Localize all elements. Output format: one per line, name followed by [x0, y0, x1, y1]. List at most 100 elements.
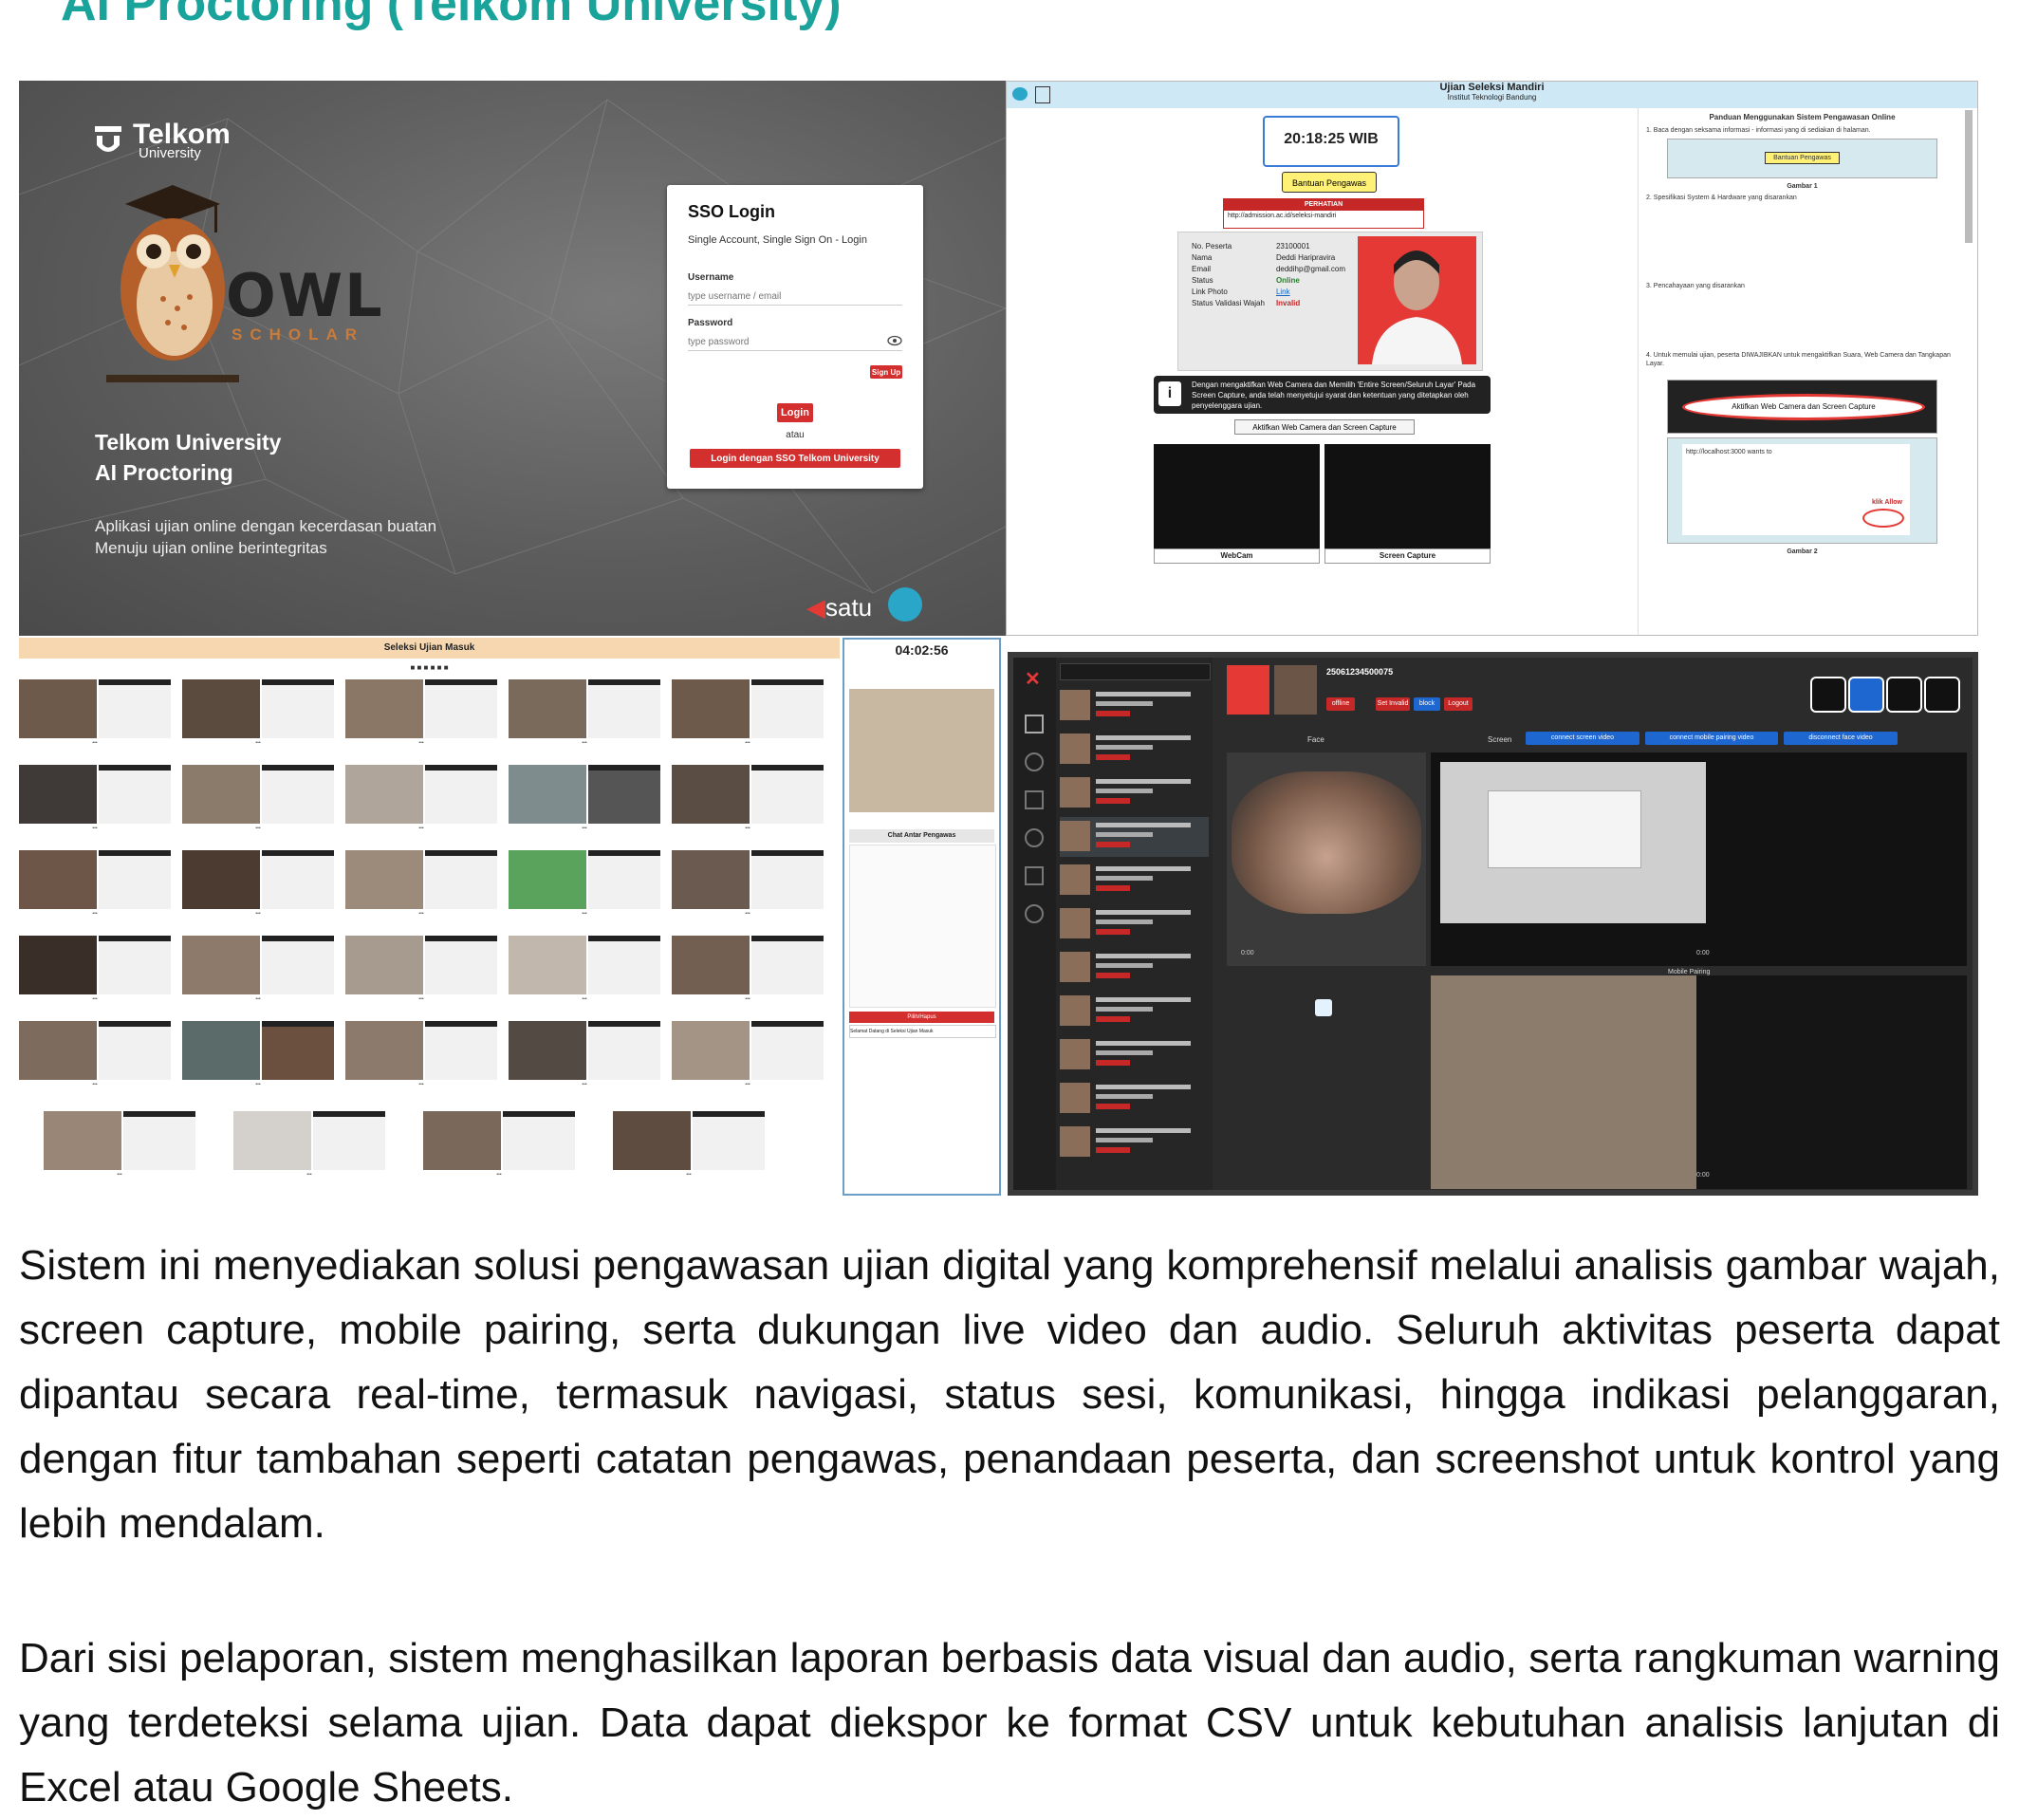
chat-icon[interactable] [1810, 677, 1846, 713]
close-icon[interactable]: ✕ [1025, 667, 1041, 691]
list-item[interactable] [1060, 904, 1209, 944]
participant-tile[interactable]: ••• [672, 936, 824, 1010]
participant-tile[interactable]: ••• [182, 765, 334, 839]
card-subtitle: Single Account, Single Sign On - Login [688, 234, 867, 246]
copy-icon[interactable] [1025, 866, 1044, 885]
speaker-icon[interactable] [1315, 999, 1332, 1016]
set-invalid-button[interactable]: Set Invalid [1376, 697, 1410, 711]
participant-tile[interactable]: ••• [345, 765, 497, 839]
participant-tile[interactable]: ••• [672, 850, 824, 924]
participant-tile[interactable]: ••• [613, 1111, 765, 1185]
signup-button[interactable]: Sign Up [870, 365, 902, 379]
eye-icon[interactable] [887, 335, 902, 346]
participant-photo [1227, 665, 1269, 715]
participant-tile[interactable]: ••• [509, 936, 660, 1010]
list-item[interactable] [1060, 1079, 1209, 1119]
telkom-logo-icon [95, 126, 121, 152]
list-item[interactable] [1060, 817, 1209, 857]
participant-tiles: ••• ••• ••• ••• ••• ••• ••• ••• ••• ••• … [19, 679, 840, 1196]
participant-tile[interactable]: ••• [672, 765, 824, 839]
connect-screen-video-button[interactable]: connect screen video [1526, 732, 1639, 745]
participant-search[interactable] [1060, 663, 1211, 680]
supervisor-side-panel: 04:02:56 Chat Antar Pengawas Pilih/Hapus… [843, 638, 1001, 1196]
brain-logo-icon [888, 587, 922, 622]
block-icon[interactable] [1025, 904, 1044, 923]
welcome-text: Selamat Datang di Seleksi Ujian Masuk [849, 1025, 996, 1038]
pilih-hapus-button[interactable]: Pilih/Hapus [849, 1012, 994, 1023]
broadcast-icon[interactable] [1025, 828, 1044, 847]
grid-view-icon[interactable] [1025, 715, 1044, 734]
chat-title: Chat Antar Pengawas [849, 829, 994, 843]
participant-tile[interactable]: ••• [19, 936, 171, 1010]
layout-icon[interactable] [1848, 677, 1884, 713]
participant-tile[interactable]: ••• [182, 679, 334, 753]
scrollbar[interactable] [1965, 110, 1973, 243]
participant-tile[interactable]: ••• [345, 1021, 497, 1095]
password-input[interactable] [688, 333, 902, 351]
user-icon[interactable] [1025, 790, 1044, 809]
help-supervisor-button[interactable]: Bantuan Pengawas [1282, 172, 1377, 193]
logout-button[interactable]: Logout [1444, 697, 1473, 711]
participant-tile[interactable]: ••• [19, 679, 171, 753]
sso-telkom-button[interactable]: Login dengan SSO Telkom University [690, 449, 900, 468]
grid-header: Seleksi Ujian Masuk [19, 638, 840, 659]
owl-mascot-icon [106, 185, 239, 382]
username-label: Username [688, 272, 734, 283]
chat-icon[interactable] [1025, 752, 1044, 771]
sso-login-card: SSO Login Single Account, Single Sign On… [667, 185, 923, 489]
page-title: AI Proctoring (Telkom University) [61, 0, 842, 31]
participant-tile[interactable]: ••• [345, 936, 497, 1010]
notice-box: PERHATIAN http://admission.ac.id/seleksi… [1223, 198, 1424, 229]
participant-tile[interactable]: ••• [44, 1111, 195, 1185]
exam-clock: 20:18:25 WIB [1263, 116, 1399, 167]
blurred-face [1232, 771, 1421, 914]
document-icon[interactable] [1035, 86, 1050, 103]
screen-timecode: 0:00 [1696, 950, 1710, 956]
consent-notice: Dengan mengaktifkan Web Camera dan Memil… [1154, 376, 1491, 414]
list-item[interactable] [1060, 1123, 1209, 1162]
satu-chevron-icon: ◀ [806, 593, 825, 622]
list-item[interactable] [1060, 730, 1209, 770]
participant-tile[interactable]: ••• [345, 679, 497, 753]
participant-tile[interactable]: ••• [19, 1021, 171, 1095]
screenshot-icon[interactable] [1924, 677, 1960, 713]
username-input[interactable] [688, 288, 902, 306]
exam-header: Ujian Seleksi Mandiri Institut Teknologi… [1007, 82, 1977, 108]
list-item[interactable] [1060, 1035, 1209, 1075]
participant-tile[interactable]: ••• [509, 850, 660, 924]
participant-tile[interactable]: ••• [672, 1021, 824, 1095]
edit-icon[interactable] [1886, 677, 1922, 713]
participant-tile[interactable]: ••• [182, 850, 334, 924]
participant-tile[interactable]: ••• [19, 765, 171, 839]
list-item[interactable] [1060, 773, 1209, 813]
login-button[interactable]: Login [777, 403, 813, 422]
list-item[interactable] [1060, 861, 1209, 901]
participant-tile[interactable]: ••• [233, 1111, 385, 1185]
list-item[interactable] [1060, 992, 1209, 1031]
participant-tile[interactable]: ••• [672, 679, 824, 753]
grid-filter-bar: ■ ■ ■ ■ ■ ■ [19, 659, 840, 678]
participant-tile[interactable]: ••• [509, 679, 660, 753]
activate-camera-button[interactable]: Aktifkan Web Camera dan Screen Capture [1234, 419, 1415, 435]
block-button[interactable]: block [1414, 697, 1440, 711]
participant-tile[interactable]: ••• [345, 850, 497, 924]
participant-tile[interactable]: ••• [509, 765, 660, 839]
connect-mobile-pairing-button[interactable]: connect mobile pairing video [1645, 732, 1778, 745]
list-item[interactable] [1060, 686, 1209, 726]
screen-capture-label: Screen Capture [1324, 548, 1491, 564]
participant-tile[interactable]: ••• [19, 850, 171, 924]
participant-tile[interactable]: ••• [509, 1021, 660, 1095]
disconnect-face-video-button[interactable]: disconnect face video [1784, 732, 1898, 745]
offline-pill[interactable]: offline [1326, 697, 1355, 711]
owl-logo-word: OWL [226, 261, 384, 330]
mobile-timecode: 0:00 [1696, 1172, 1710, 1179]
monitor-left-toolbar: ✕ [1013, 658, 1056, 1190]
password-label: Password [688, 318, 733, 328]
list-item[interactable] [1060, 948, 1209, 988]
participant-tile[interactable]: ••• [423, 1111, 575, 1185]
chat-bubble-icon[interactable] [1012, 87, 1028, 101]
participant-tile[interactable]: ••• [182, 936, 334, 1010]
participant-tile[interactable]: ••• [182, 1021, 334, 1095]
login-description: Aplikasi ujian online dengan kecerdasan … [95, 517, 437, 557]
paragraph-reporting: Dari sisi pelaporan, sistem menghasilkan… [19, 1635, 2000, 1811]
